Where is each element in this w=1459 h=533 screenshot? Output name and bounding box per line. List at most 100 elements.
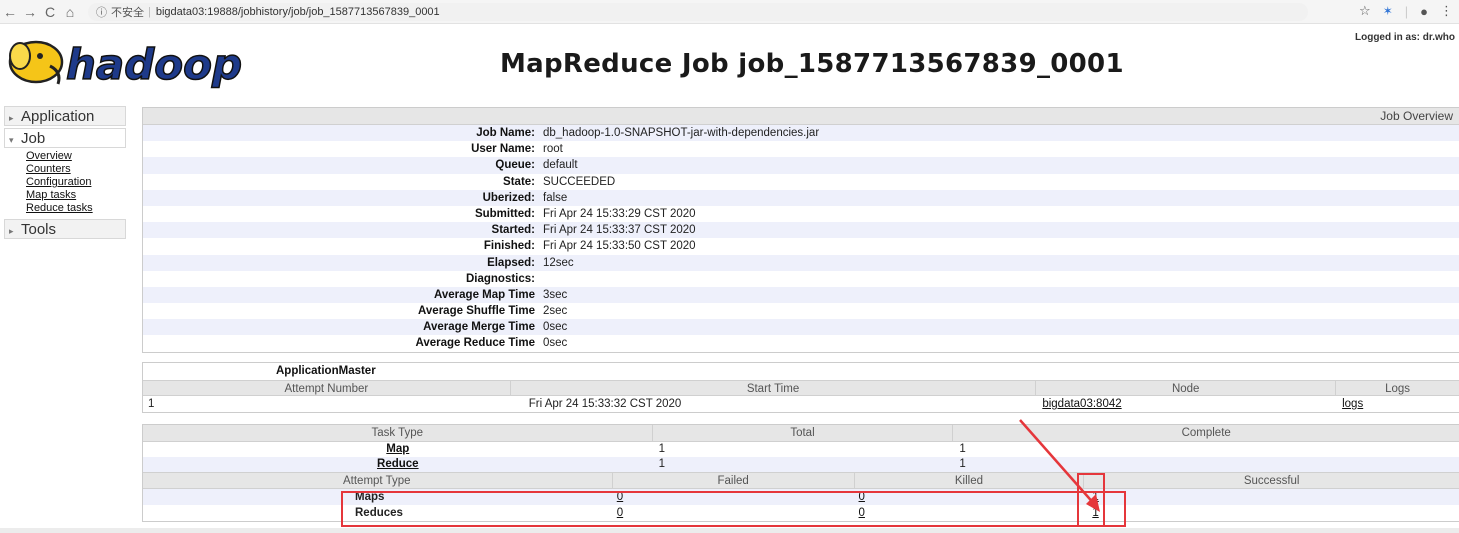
job-links: Overview Counters Configuration Map task… [4,150,126,215]
overview-value: root [543,143,563,156]
overview-value: 2sec [543,305,568,318]
account-icon[interactable]: ● [1420,4,1428,19]
svg-text:hadoop: hadoop [66,40,242,89]
logged-in-text: Logged in as: dr.who [1355,32,1455,43]
info-icon[interactable]: ⓘ [96,4,107,20]
link-configuration[interactable]: Configuration [26,176,126,189]
address-bar[interactable]: ⓘ 不安全 | bigdata03:19888/jobhistory/job/j… [88,2,1308,21]
overview-row: Average Reduce Time 0sec [143,335,1459,352]
reduces-killed-link[interactable]: 0 [859,507,865,519]
column-header: Task Type [143,425,653,441]
reduce-tasks-link[interactable]: Reduce [377,458,419,470]
start-time: Fri Apr 24 15:33:32 CST 2020 [528,398,682,410]
overview-value: Fri Apr 24 15:33:37 CST 2020 [543,224,696,237]
map-tasks-link[interactable]: Map [386,443,409,455]
divider [0,528,1459,533]
column-header[interactable]: Node [1036,381,1337,395]
url-text[interactable]: bigdata03:19888/jobhistory/job/job_15877… [156,6,440,18]
maps-failed-link[interactable]: 0 [617,491,623,503]
column-header: Killed [855,473,1085,488]
sidebar-item-label: Tools [21,221,57,238]
overview-value: 12sec [543,256,574,269]
insecure-label: 不安全 [111,6,144,19]
chevron-right-icon: ▸ [9,226,14,236]
column-header[interactable]: Logs [1336,381,1459,395]
maps-successful-link[interactable]: 1 [1092,491,1098,503]
map-total: 1 [658,443,666,455]
overview-key: Diagnostics: [465,272,535,285]
reload-icon[interactable]: C [40,4,60,20]
application-master-title: ApplicationMaster [276,365,376,377]
logs-link[interactable]: logs [1342,398,1363,410]
overview-row: Diagnostics: [143,270,1459,287]
attempt-number: 1 [148,398,155,410]
back-arrow-icon[interactable]: ← [0,4,20,20]
sidebar-item-application[interactable]: ▸ Application [4,106,126,126]
column-header[interactable]: Attempt Number [143,381,511,395]
reduces-failed-link[interactable]: 0 [617,507,623,519]
link-counters[interactable]: Counters [26,163,126,176]
divider: | [1404,3,1409,19]
overview-key: Elapsed: [487,256,535,269]
home-icon[interactable]: ⌂ [60,4,80,20]
overview-key: Job Name: [476,127,535,139]
page-title: MapReduce Job job_1587713567839_0001 [500,49,1124,79]
column-header: Attempt Type [143,473,613,488]
overview-key: Average Merge Time [423,321,535,334]
overview-key: State: [503,175,535,188]
hadoop-logo[interactable]: hadoop [6,32,242,92]
sidebar-item-tools[interactable]: ▸ Tools [4,219,126,239]
overview-value: db_hadoop-1.0-SNAPSHOT-jar-with-dependen… [543,127,820,139]
overview-row: Finished: Fri Apr 24 15:33:50 CST 2020 [143,238,1459,255]
column-header[interactable]: Start Time [511,381,1037,395]
table-row: Reduce 1 1 [143,457,1459,472]
overview-key: Submitted: [474,207,535,220]
node-link[interactable]: bigdata03:8042 [1042,398,1121,410]
link-overview[interactable]: Overview [26,150,126,163]
overview-value: 3sec [543,288,568,301]
table-row: Maps 0 0 1 [143,489,1459,505]
table-row: 1 Fri Apr 24 15:33:32 CST 2020 bigdata03… [143,396,1459,412]
overview-row: Average Map Time 3sec [143,286,1459,304]
link-map-tasks[interactable]: Map tasks [26,189,126,202]
link-reduce-tasks[interactable]: Reduce tasks [26,202,126,215]
maps-killed-link[interactable]: 0 [859,491,865,503]
extension-icon[interactable]: ✶ [1383,4,1393,18]
overview-row: Submitted: Fri Apr 24 15:33:29 CST 2020 [143,205,1459,223]
sidebar-item-label: Application [21,108,95,125]
star-icon[interactable]: ☆ [1359,3,1371,19]
menu-icon[interactable]: ⋮ [1440,3,1453,19]
overview-row: Average Merge Time 0sec [143,319,1459,336]
page-header: hadoop Logged in as: dr.who MapReduce Jo… [0,26,1459,98]
overview-value: false [543,191,568,204]
browser-actions: ☆ ✶ | ● ⋮ [1359,3,1453,19]
job-overview-heading: Job Overview [143,108,1459,125]
forward-arrow-icon[interactable]: → [20,4,40,20]
overview-key: Uberized: [482,191,535,204]
overview-row: User Name: root [143,141,1459,158]
attempt-type: Maps [355,491,385,503]
reduces-successful-link[interactable]: 1 [1092,507,1098,519]
overview-key: Average Shuffle Time [418,305,535,318]
column-header: Successful [1243,475,1300,487]
overview-key: User Name: [471,143,535,156]
application-master-table: ApplicationMaster Attempt Number Start T… [142,362,1459,413]
table-header: Task Type Total Complete [143,425,1459,442]
task-summary-table: Task Type Total Complete Map 1 1 Reduce … [142,424,1459,522]
column-header: Total [653,425,954,441]
attempt-type: Reduces [355,507,403,519]
overview-key: Queue: [495,159,535,172]
reduce-complete: 1 [959,458,966,470]
reduce-total: 1 [658,458,666,470]
sidebar: ▸ Application ▾ Job Overview Counters Conf… [4,106,126,241]
overview-value: Fri Apr 24 15:33:50 CST 2020 [543,240,696,253]
overview-row: State: SUCCEEDED [143,173,1459,190]
overview-row: Started: Fri Apr 24 15:33:37 CST 2020 [143,222,1459,239]
chevron-right-icon: ▸ [9,113,14,123]
chevron-down-icon: ▾ [9,135,14,145]
overview-row: Job Name: db_hadoop-1.0-SNAPSHOT-jar-with… [143,125,1459,142]
overview-key: Average Map Time [434,288,535,301]
overview-row: Uberized: false [143,189,1459,206]
map-complete: 1 [959,443,966,455]
sidebar-item-job[interactable]: ▾ Job [4,128,126,148]
